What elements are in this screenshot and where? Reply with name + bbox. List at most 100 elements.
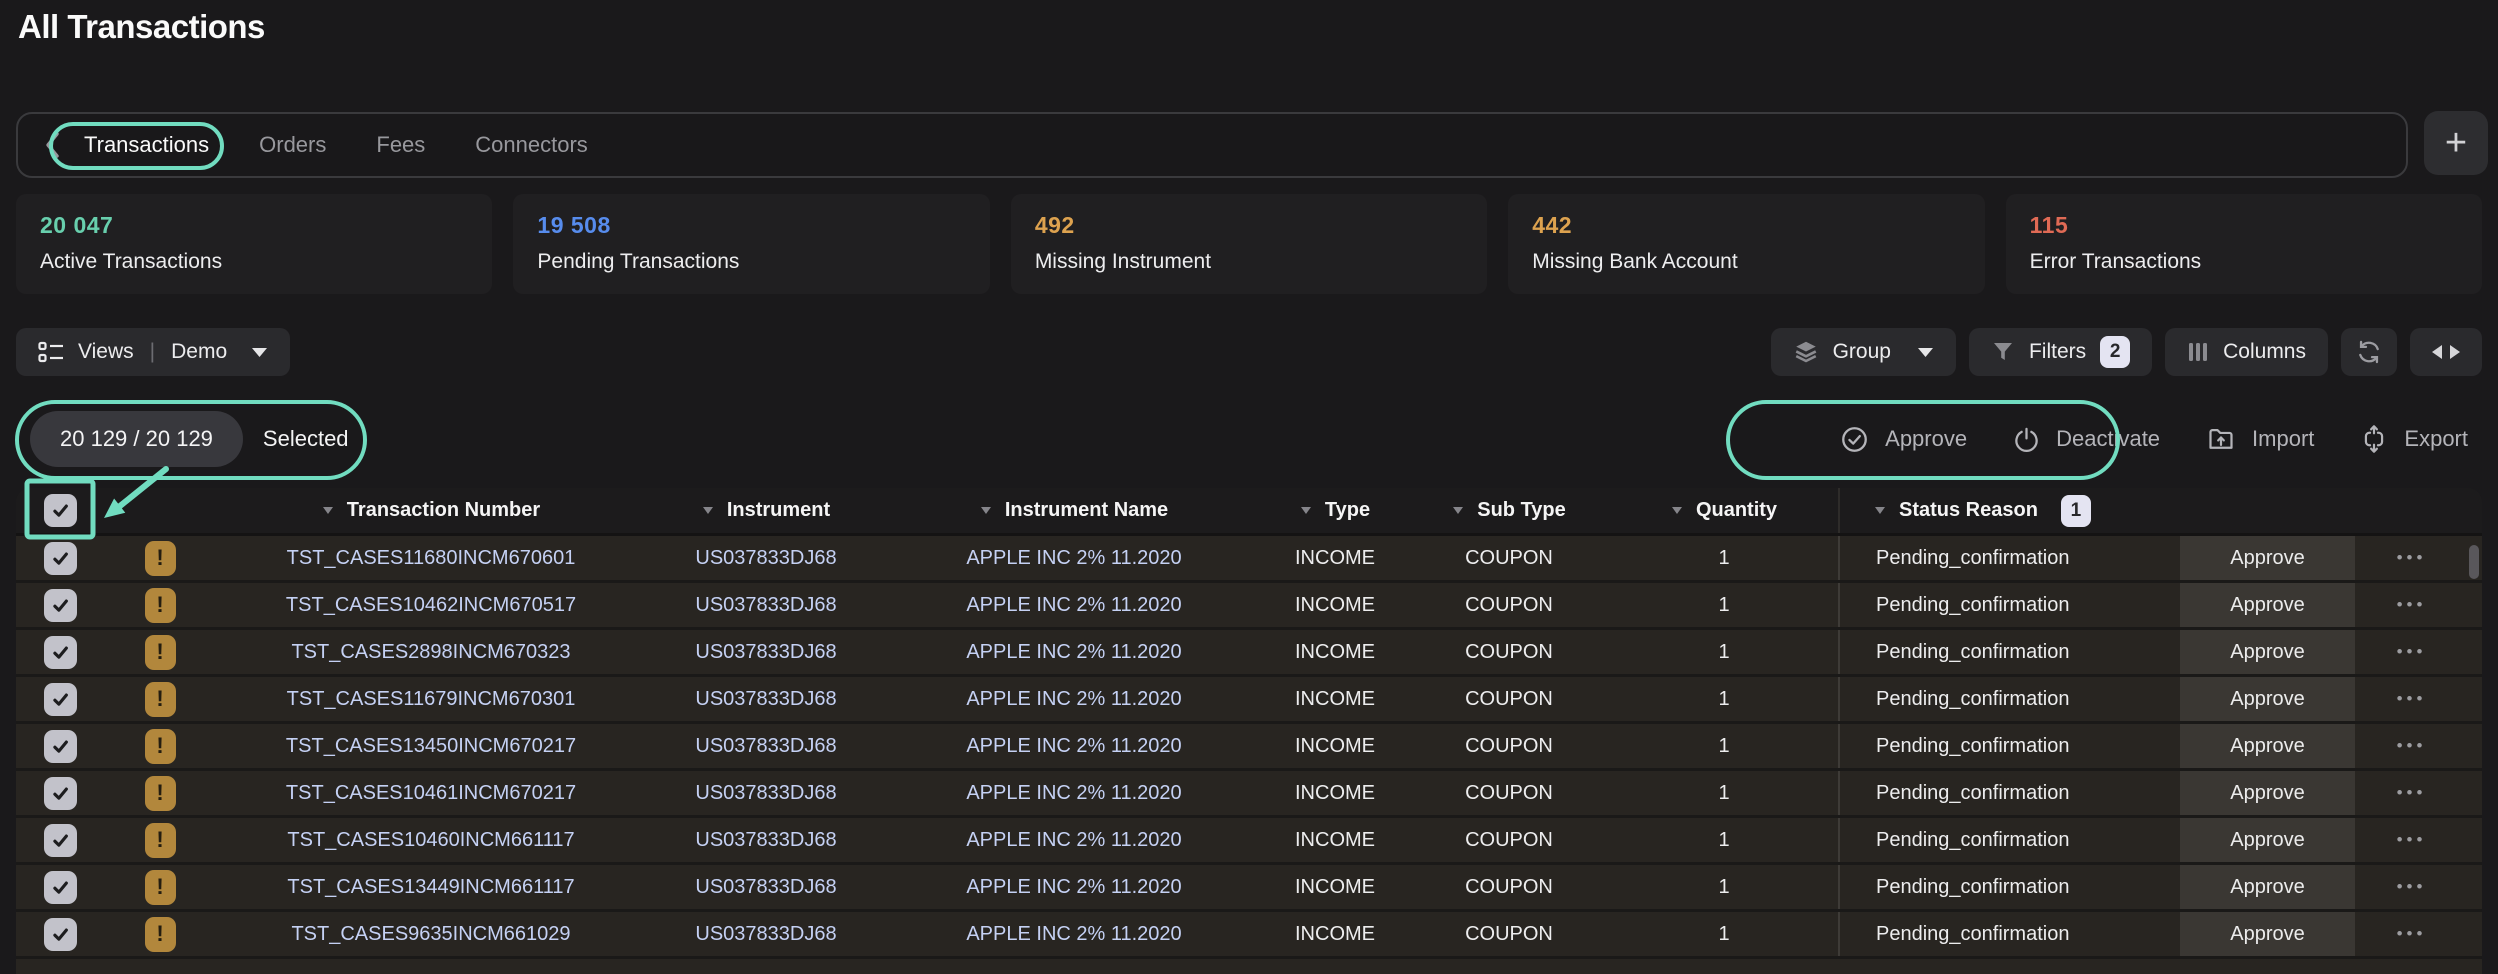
- table-row[interactable]: ! TST_CASES11679INCM670301 US037833DJ68 …: [16, 677, 2482, 724]
- table-row[interactable]: ! TST_CASES13449INCM661117 US037833DJ68 …: [16, 865, 2482, 912]
- column-header-type[interactable]: Type: [1262, 488, 1408, 533]
- table-row[interactable]: ! TST_CASES10462INCM670517 US037833DJ68 …: [16, 583, 2482, 630]
- columns-button[interactable]: Columns: [2165, 328, 2328, 376]
- export-button[interactable]: Export: [2360, 424, 2468, 454]
- row-approve-button[interactable]: Approve: [2180, 630, 2355, 674]
- instrument-link[interactable]: US037833DJ68: [646, 583, 886, 627]
- column-header-quantity[interactable]: Quantity: [1610, 488, 1838, 533]
- tabs-scroll-left-icon[interactable]: [44, 131, 62, 159]
- tab-fees[interactable]: Fees: [376, 132, 425, 158]
- table-row[interactable]: ! TST_CASES9635INCM661029 US037833DJ68 A…: [16, 912, 2482, 959]
- transaction-number-link[interactable]: TST_CASES10462INCM670517: [216, 583, 646, 627]
- column-header-instrument[interactable]: Instrument: [646, 488, 886, 533]
- table-row[interactable]: ! TST_CASES13450INCM670217 US037833DJ68 …: [16, 724, 2482, 771]
- row-menu-button[interactable]: •••: [2355, 724, 2468, 768]
- sort-caret-icon[interactable]: [1452, 506, 1464, 515]
- instrument-link[interactable]: US037833DJ68: [646, 630, 886, 674]
- tab-orders[interactable]: Orders: [259, 132, 326, 158]
- approve-button[interactable]: Approve: [1840, 425, 1967, 454]
- row-checkbox[interactable]: [44, 542, 77, 575]
- row-approve-button[interactable]: Approve: [2180, 724, 2355, 768]
- row-approve-button[interactable]: Approve: [2180, 912, 2355, 956]
- sort-caret-icon[interactable]: [1874, 506, 1886, 515]
- row-checkbox[interactable]: [44, 636, 77, 669]
- row-checkbox[interactable]: [44, 918, 77, 951]
- row-checkbox[interactable]: [44, 871, 77, 904]
- transaction-number-link[interactable]: TST_CASES2898INCM670323: [216, 630, 646, 674]
- instrument-link[interactable]: US037833DJ68: [646, 536, 886, 580]
- row-menu-button[interactable]: •••: [2355, 536, 2468, 580]
- table-row[interactable]: ! TST_CASES2898INCM670323 US037833DJ68 A…: [16, 630, 2482, 677]
- row-menu-button[interactable]: •••: [2355, 771, 2468, 815]
- row-approve-button[interactable]: Approve: [2180, 583, 2355, 627]
- table-row[interactable]: ! TST_CASES11680INCM670601 US037833DJ68 …: [16, 536, 2482, 583]
- row-approve-button[interactable]: Approve: [2180, 677, 2355, 721]
- quantity-cell: 1: [1610, 912, 1838, 956]
- table-row[interactable]: ! TST_CASES10460INCM661117 US037833DJ68 …: [16, 818, 2482, 865]
- instrument-link[interactable]: US037833DJ68: [646, 771, 886, 815]
- row-checkbox[interactable]: [44, 730, 77, 763]
- row-checkbox[interactable]: [44, 824, 77, 857]
- add-tab-button[interactable]: +: [2424, 111, 2488, 175]
- instrument-name-link[interactable]: APPLE INC 2% 11.2020: [886, 865, 1262, 909]
- row-menu-button[interactable]: •••: [2355, 677, 2468, 721]
- sort-caret-icon[interactable]: [1300, 506, 1312, 515]
- sort-caret-icon[interactable]: [980, 506, 992, 515]
- column-header-sub-type[interactable]: Sub Type: [1408, 488, 1610, 533]
- row-approve-button[interactable]: Approve: [2180, 771, 2355, 815]
- tab-transactions[interactable]: Transactions: [84, 132, 209, 158]
- approve-label: Approve: [1885, 426, 1967, 452]
- filters-button[interactable]: Filters 2: [1969, 328, 2152, 376]
- type-cell: INCOME: [1262, 771, 1408, 815]
- row-menu-button[interactable]: •••: [2355, 865, 2468, 909]
- row-checkbox[interactable]: [44, 777, 77, 810]
- instrument-link[interactable]: US037833DJ68: [646, 865, 886, 909]
- sort-caret-icon[interactable]: [702, 506, 714, 515]
- column-header-instrument-name[interactable]: Instrument Name: [886, 488, 1262, 533]
- transaction-number-link[interactable]: TST_CASES11680INCM670601: [216, 536, 646, 580]
- deactivate-button[interactable]: Deactivate: [2013, 426, 2160, 453]
- row-approve-button[interactable]: Approve: [2180, 865, 2355, 909]
- group-button[interactable]: Group: [1771, 328, 1956, 376]
- row-menu-button[interactable]: •••: [2355, 630, 2468, 674]
- sort-caret-icon[interactable]: [1671, 506, 1683, 515]
- transaction-number-link[interactable]: TST_CASES10460INCM661117: [216, 818, 646, 862]
- instrument-name-link[interactable]: APPLE INC 2% 11.2020: [886, 583, 1262, 627]
- sort-caret-icon[interactable]: [322, 506, 334, 515]
- pagination-arrows[interactable]: [2410, 328, 2482, 376]
- instrument-link[interactable]: US037833DJ68: [646, 818, 886, 862]
- row-checkbox[interactable]: [44, 683, 77, 716]
- vertical-scrollbar-thumb[interactable]: [2469, 545, 2479, 579]
- deactivate-label: Deactivate: [2056, 426, 2160, 452]
- instrument-name-link[interactable]: APPLE INC 2% 11.2020: [886, 724, 1262, 768]
- row-menu-button[interactable]: •••: [2355, 912, 2468, 956]
- instrument-name-link[interactable]: APPLE INC 2% 11.2020: [886, 630, 1262, 674]
- instrument-name-link[interactable]: APPLE INC 2% 11.2020: [886, 912, 1262, 956]
- instrument-link[interactable]: US037833DJ68: [646, 912, 886, 956]
- row-checkbox[interactable]: [44, 589, 77, 622]
- transaction-number-link[interactable]: TST_CASES13449INCM661117: [216, 865, 646, 909]
- instrument-link[interactable]: US037833DJ68: [646, 677, 886, 721]
- transaction-number-link[interactable]: TST_CASES10461INCM670217: [216, 771, 646, 815]
- select-all-checkbox[interactable]: [44, 494, 77, 527]
- row-approve-button[interactable]: Approve: [2180, 818, 2355, 862]
- import-button[interactable]: Import: [2206, 425, 2314, 453]
- instrument-name-link[interactable]: APPLE INC 2% 11.2020: [886, 677, 1262, 721]
- transaction-number-link[interactable]: TST_CASES13450INCM670217: [216, 724, 646, 768]
- column-header-transaction-number[interactable]: Transaction Number: [216, 488, 646, 533]
- column-header-status-reason[interactable]: Status Reason 1: [1838, 488, 2180, 533]
- instrument-name-link[interactable]: APPLE INC 2% 11.2020: [886, 536, 1262, 580]
- views-dropdown[interactable]: Views | Demo: [16, 328, 290, 376]
- instrument-name-link[interactable]: APPLE INC 2% 11.2020: [886, 771, 1262, 815]
- tab-connectors[interactable]: Connectors: [475, 132, 588, 158]
- transaction-number-link[interactable]: TST_CASES11679INCM670301: [216, 677, 646, 721]
- instrument-name-link[interactable]: APPLE INC 2% 11.2020: [886, 818, 1262, 862]
- status-reason-cell: Pending_confirmation: [1838, 865, 2180, 909]
- row-approve-button[interactable]: Approve: [2180, 536, 2355, 580]
- instrument-link[interactable]: US037833DJ68: [646, 724, 886, 768]
- refresh-button[interactable]: [2341, 328, 2397, 376]
- transaction-number-link[interactable]: TST_CASES9635INCM661029: [216, 912, 646, 956]
- row-menu-button[interactable]: •••: [2355, 583, 2468, 627]
- row-menu-button[interactable]: •••: [2355, 818, 2468, 862]
- table-row[interactable]: ! TST_CASES10461INCM670217 US037833DJ68 …: [16, 771, 2482, 818]
